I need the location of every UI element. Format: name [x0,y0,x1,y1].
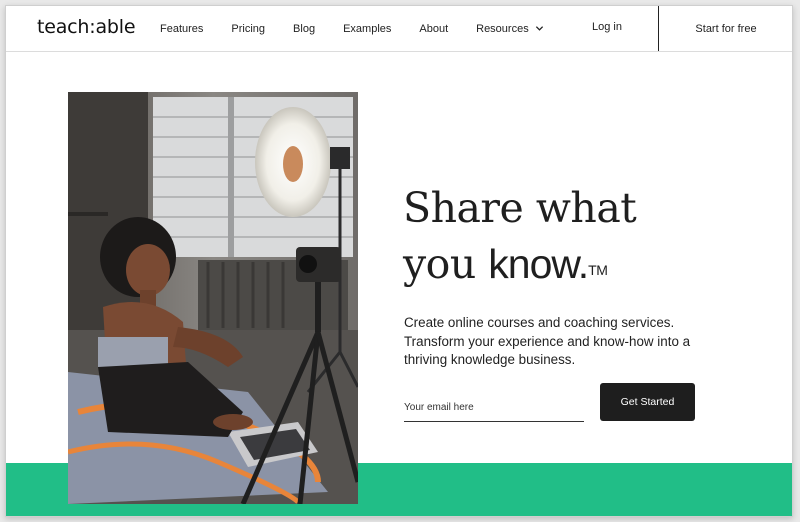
get-started-button[interactable]: Get Started [600,383,695,421]
email-input[interactable] [404,393,584,422]
start-for-free-button[interactable]: Start for free [658,6,792,51]
nav-item-features[interactable]: Features [160,23,203,35]
start-label: Start for free [695,22,757,35]
top-navigation: teach:able Features Pricing Blog Example… [6,6,792,52]
hero-subtitle: Create online courses and coaching servi… [404,315,691,367]
nav-label: Blog [293,22,316,35]
nav-links: Features Pricing Blog Examples About Res… [160,6,572,51]
hero-photo [68,92,358,504]
headline-you: you [403,240,489,288]
nav-label: Features [160,22,204,35]
teachable-logo[interactable]: teach:able [37,16,136,38]
nav-item-blog[interactable]: Blog [293,23,315,35]
nav-item-examples[interactable]: Examples [343,23,391,35]
browser-frame: teach:able Features Pricing Blog Example… [5,5,793,517]
nav-label: Examples [343,22,392,35]
login-link[interactable]: Log in [592,21,622,33]
nav-label: Pricing [231,22,266,35]
hero-headline: Share what you know.TM [403,180,743,292]
nav-item-pricing[interactable]: Pricing [231,23,265,35]
hero-photo-illustration [68,92,358,504]
nav-item-about[interactable]: About [419,23,448,35]
headline-know: know. [488,241,589,287]
nav-label: About [419,22,449,35]
headline-line-2: you know.TM [403,236,743,292]
headline-line-1: Share what [403,184,637,232]
nav-label: Resources [476,22,529,35]
chevron-down-icon [535,26,543,31]
nav-item-resources[interactable]: Resources [476,23,544,35]
trademark-mark: TM [588,262,608,278]
